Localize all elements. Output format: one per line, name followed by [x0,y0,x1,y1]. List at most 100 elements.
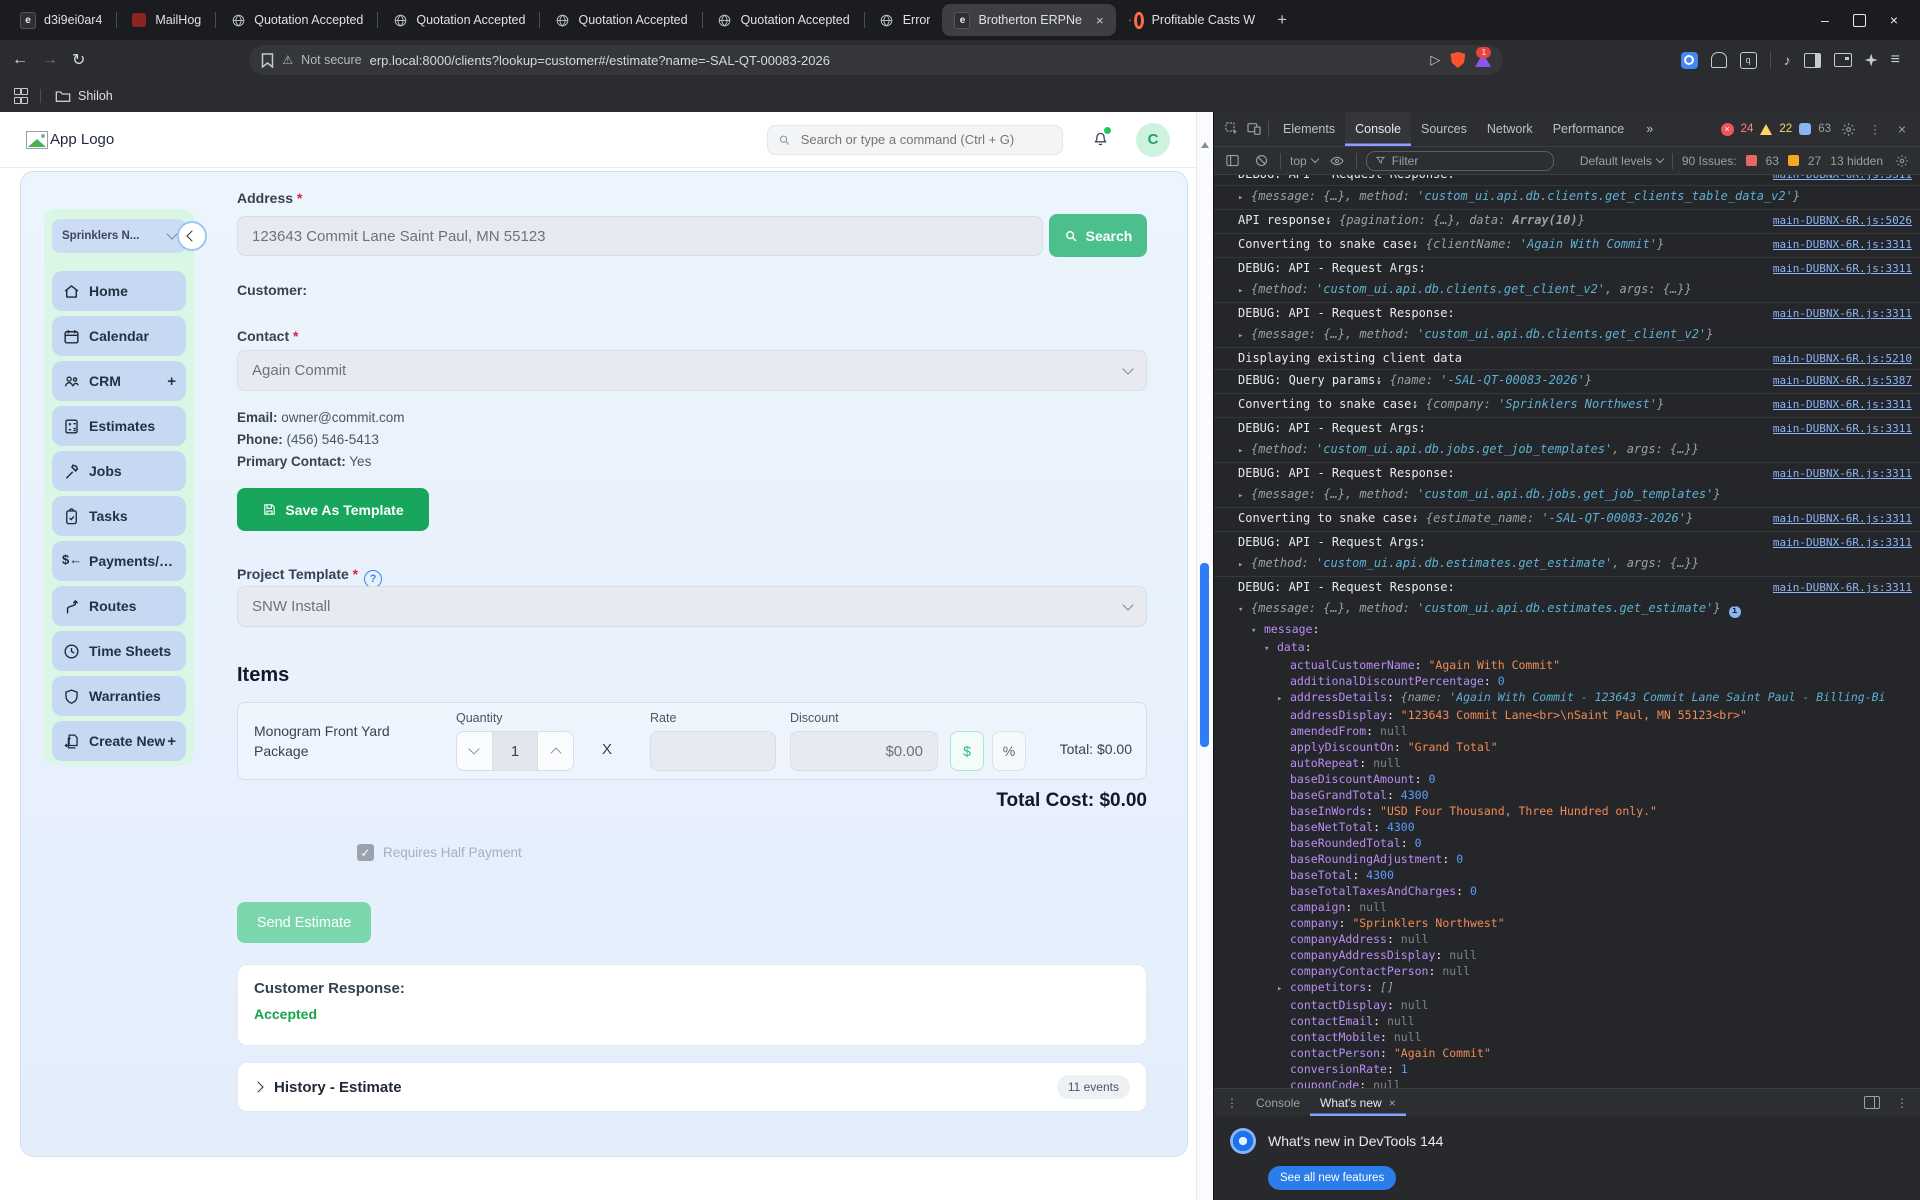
sidebar-item-payments-in[interactable]: $← Payments/In... [52,541,186,581]
source-link[interactable]: main-DUBNX-6R.js:3311 [1773,510,1912,527]
hidden-messages-label[interactable]: 13 hidden [1830,154,1883,168]
search-input[interactable] [798,131,1052,148]
browser-tab[interactable]: Error × [867,4,943,36]
back-button[interactable]: ← [12,51,28,69]
forward-button[interactable]: → [42,51,58,69]
source-link[interactable]: main-DUBNX-6R.js:3311 [1773,465,1912,482]
sidebar-item-home[interactable]: Home [52,271,186,311]
browser-tab[interactable]: e Brotherton ERPNe × [942,4,1116,36]
leo-ai-icon[interactable] [1864,53,1878,67]
browser-tab[interactable]: e d3i9ei0ar4 × [8,4,114,36]
expand-triangle-icon[interactable]: ▸ [1238,190,1251,207]
save-as-template-button[interactable]: Save As Template [237,488,429,531]
history-section[interactable]: History - Estimate 11 events [237,1062,1147,1112]
quantity-increase-button[interactable] [538,732,573,770]
brave-rewards-icon[interactable]: 1 [1475,47,1492,67]
source-link[interactable]: main-DUBNX-6R.js:3311 [1773,260,1912,277]
password-manager-icon[interactable] [1680,51,1698,69]
sidebar-item-estimates[interactable]: Estimates [52,406,186,446]
url-bar[interactable]: ⚠ Not secure erp.local:8000/clients?look… [249,45,1504,75]
console-settings-icon[interactable] [1892,151,1912,171]
drawer-tab-what-s-new[interactable]: What's new × [1310,1089,1406,1116]
scrollbar-thumb[interactable] [1200,563,1209,747]
source-link[interactable]: main-DUBNX-6R.js:3311 [1773,175,1912,183]
console-sidebar-icon[interactable] [1222,151,1242,171]
tab-close-icon[interactable]: × [1096,13,1104,28]
app-logo[interactable]: App Logo [50,131,114,148]
expand-triangle-icon[interactable]: ▸ [1238,443,1251,460]
expand-triangle-icon[interactable]: ▸ [1238,328,1251,345]
warning-count[interactable]: 22 [1779,123,1792,135]
browser-tab[interactable]: Quotation Accepted × [380,4,537,36]
sidebar-collapse-button[interactable] [177,221,207,251]
devtools-tab-performance[interactable]: Performance [1543,112,1635,146]
sidebar-item-tasks[interactable]: Tasks [52,496,186,536]
minimize-button[interactable]: – [1821,12,1829,28]
extension-icon[interactable] [1710,52,1727,68]
source-link[interactable]: main-DUBNX-6R.js:5210 [1773,350,1912,367]
issues-label[interactable]: 90 Issues: [1682,154,1737,168]
sidebar-item-routes[interactable]: Routes [52,586,186,626]
reload-button[interactable]: ↻ [72,50,85,70]
dock-side-icon[interactable] [1864,1096,1880,1109]
security-label[interactable]: Not secure [301,53,361,67]
brave-shield-icon[interactable] [1450,52,1466,68]
source-link[interactable]: main-DUBNX-6R.js:3311 [1773,420,1912,437]
expand-triangle-icon[interactable]: ▸ [1413,398,1426,415]
command-search[interactable] [767,124,1063,155]
more-tabs-button[interactable]: » [1636,112,1663,146]
source-link[interactable]: main-DUBNX-6R.js:5387 [1773,372,1912,389]
inspect-element-icon[interactable] [1222,119,1242,139]
scroll-up-arrow-icon[interactable] [1201,142,1209,148]
sidebar-item-jobs[interactable]: Jobs [52,451,186,491]
expand-triangle-icon[interactable]: ▸ [1238,488,1251,505]
avatar[interactable]: C [1136,122,1170,157]
expand-triangle-icon[interactable]: ▾ [1251,623,1264,639]
sidebar-item-warranties[interactable]: Warranties [52,676,186,716]
close-button[interactable]: × [1890,12,1898,28]
expand-triangle-icon[interactable]: ▾ [1264,641,1277,657]
source-link[interactable]: main-DUBNX-6R.js:3311 [1773,236,1912,253]
search-extension-icon[interactable]: q [1739,51,1757,69]
source-link[interactable]: main-DUBNX-6R.js:3311 [1773,305,1912,322]
drawer-handle-icon[interactable]: ⋮ [1222,1093,1242,1113]
sidebar-item-crm[interactable]: CRM + [52,361,186,401]
apps-grid-icon[interactable] [14,88,28,104]
new-tab-button[interactable]: + [1277,10,1287,30]
expand-triangle-icon[interactable]: ▸ [1238,283,1251,300]
browser-tab[interactable]: Quotation Accepted × [705,4,862,36]
expand-triangle-icon[interactable]: ▸ [1413,512,1426,529]
company-selector[interactable]: Sprinklers N... [52,219,186,253]
expand-triangle-icon[interactable]: ▾ [1238,602,1251,619]
discount-input[interactable] [790,731,938,771]
error-count[interactable]: 24 [1741,123,1754,135]
url-text[interactable]: erp.local:8000/clients?lookup=customer#/… [370,53,1423,68]
see-all-features-button[interactable]: See all new features [1268,1166,1397,1190]
sidebar-item-create-new[interactable]: Create New + [52,721,186,761]
half-payment-checkbox[interactable]: ✓ [357,844,374,861]
eye-icon[interactable] [1327,151,1347,171]
info-icon[interactable]: i [1728,605,1741,618]
expand-triangle-icon[interactable]: ▸ [1326,214,1339,231]
context-selector[interactable]: top [1290,154,1319,168]
expand-triangle-icon[interactable]: ▸ [1413,238,1426,255]
bookmark-icon[interactable] [261,52,274,68]
menu-icon[interactable]: ≡ [1891,51,1900,69]
source-link[interactable]: main-DUBNX-6R.js:3311 [1773,579,1912,596]
expand-triangle-icon[interactable]: ▸ [1277,691,1290,707]
devtools-tab-network[interactable]: Network [1477,112,1543,146]
device-toolbar-icon[interactable] [1244,119,1264,139]
notifications-button[interactable] [1091,126,1111,152]
add-icon[interactable]: + [167,373,176,390]
log-levels-selector[interactable]: Default levels [1580,154,1665,168]
source-link[interactable]: main-DUBNX-6R.js:5026 [1773,212,1912,229]
quantity-decrease-button[interactable] [457,732,492,770]
side-panel-icon[interactable] [1803,52,1821,68]
close-devtools-icon[interactable]: × [1892,119,1912,139]
browser-tab[interactable]: MailHog × [119,4,213,36]
devtools-tab-console[interactable]: Console [1345,112,1411,146]
drawer-tab-close-icon[interactable]: × [1389,1096,1396,1110]
source-link[interactable]: main-DUBNX-6R.js:3311 [1773,396,1912,413]
page-scrollbar[interactable] [1196,112,1213,1200]
console-filter[interactable]: Filter [1365,150,1554,171]
